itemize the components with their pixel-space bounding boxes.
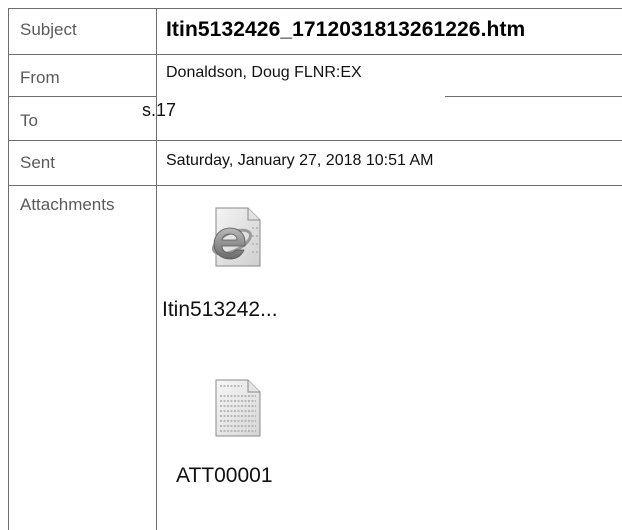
from-label: From [20,68,60,87]
attachment-name-1[interactable]: Itin513242... [162,298,278,322]
email-header-table: Subject Itin5132426_1712031813261226.htm… [0,0,622,530]
subject-value: Itin5132426_1712031813261226.htm [166,18,526,41]
text-document-icon[interactable] [212,376,264,440]
attachments-label: Attachments [20,195,115,214]
from-bottom-rule-right [445,96,622,97]
subject-bottom-rule [8,54,622,55]
attachment-name-2[interactable]: ATT00001 [176,464,273,488]
from-value: Donaldson, Doug FLNR:EX [166,64,362,81]
subject-label: Subject [20,20,77,39]
to-value: s.17 [142,100,177,120]
from-bottom-rule-left [8,96,156,97]
sent-bottom-rule [8,185,622,186]
to-bottom-rule [8,140,622,141]
left-border [8,8,9,530]
sent-value: Saturday, January 27, 2018 10:51 AM [166,152,434,169]
top-rule [8,8,622,9]
sent-label: Sent [20,153,55,172]
internet-explorer-file-icon[interactable] [204,206,268,270]
column-divider [156,8,157,530]
to-label: To [20,111,38,130]
